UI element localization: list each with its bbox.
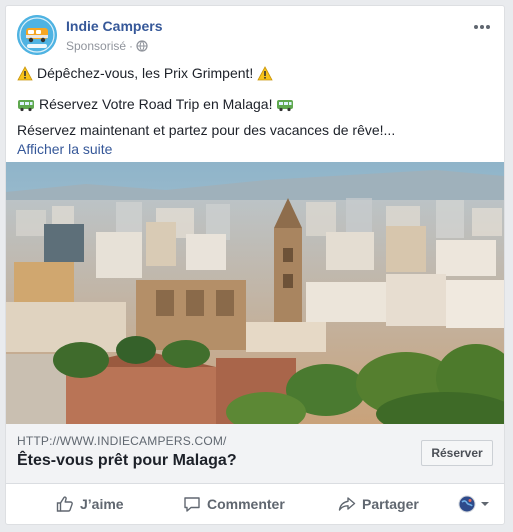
indie-campers-logo xyxy=(17,15,57,55)
see-more-link[interactable]: Afficher la suite xyxy=(17,140,112,159)
page-name-link[interactable]: Indie Campers xyxy=(66,18,162,34)
post-actions: J’aime Commenter Partager xyxy=(6,484,504,524)
link-preview[interactable]: HTTP://WWW.INDIECAMPERS.COM/ Êtes-vous p… xyxy=(6,424,504,484)
audience-selector[interactable] xyxy=(458,495,490,513)
post-image-malaga[interactable] xyxy=(6,162,504,424)
globe-icon[interactable] xyxy=(136,40,148,52)
bus-icon xyxy=(277,99,294,111)
bus-icon xyxy=(18,99,34,111)
share-icon xyxy=(338,497,356,511)
post-text: Dépêchez-vous, les Prix Grimpent! Réserv… xyxy=(17,64,494,159)
more-options-icon[interactable] xyxy=(470,17,494,37)
see-more-line: Afficher la suite xyxy=(17,140,494,159)
thumbs-up-icon xyxy=(56,496,73,512)
comment-icon xyxy=(184,497,200,512)
meta-dot: · xyxy=(129,39,134,53)
like-label: J’aime xyxy=(80,496,124,512)
sponsored-post-card: Indie Campers Sponsorisé · Dépêchez-vous… xyxy=(5,5,505,525)
share-button[interactable]: Partager xyxy=(338,488,419,520)
link-title[interactable]: Êtes-vous prêt pour Malaga? xyxy=(17,452,237,470)
page-avatar[interactable] xyxy=(17,15,57,55)
warning-icon xyxy=(17,66,33,81)
post-meta: Sponsorisé · xyxy=(66,39,148,53)
text-line-2: Réservez Votre Road Trip en Malaga! xyxy=(17,95,494,114)
text-line-1: Dépêchez-vous, les Prix Grimpent! xyxy=(17,64,494,83)
link-url: HTTP://WWW.INDIECAMPERS.COM/ xyxy=(17,434,227,448)
share-label: Partager xyxy=(362,496,419,512)
comment-button[interactable]: Commenter xyxy=(183,488,285,520)
warning-icon xyxy=(257,66,273,81)
comment-label: Commenter xyxy=(207,496,285,512)
road-trip-text: Réservez Votre Road Trip en Malaga! xyxy=(39,96,273,112)
book-now-button[interactable]: Réserver xyxy=(421,440,493,466)
chevron-down-icon xyxy=(481,502,489,506)
audience-avatar-icon xyxy=(458,495,476,513)
sponsored-label[interactable]: Sponsorisé xyxy=(66,39,126,53)
post-header: Indie Campers Sponsorisé · xyxy=(17,15,494,59)
headline-text: Dépêchez-vous, les Prix Grimpent! xyxy=(37,65,254,81)
body-text: Réservez maintenant et partez pour des v… xyxy=(17,122,396,138)
like-button[interactable]: J’aime xyxy=(56,488,124,520)
text-line-3: Réservez maintenant et partez pour des v… xyxy=(17,121,494,140)
